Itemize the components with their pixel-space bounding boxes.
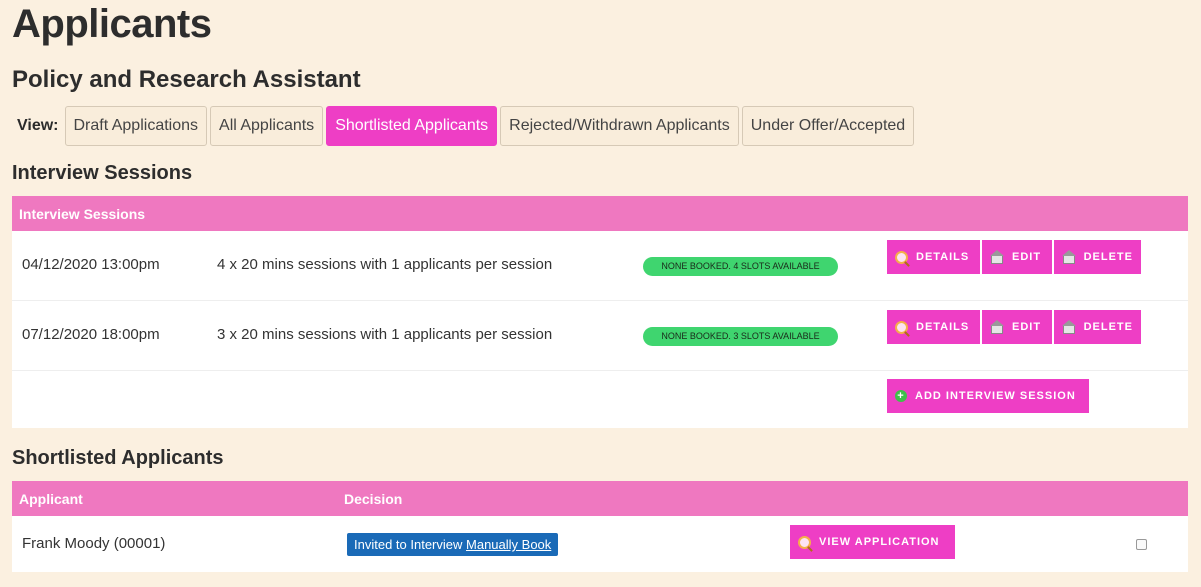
header-interview-sessions: Interview Sessions <box>19 205 146 222</box>
table-row: Frank Moody (00001) Invited to Interview… <box>12 516 1188 572</box>
interview-sessions-heading: Interview Sessions <box>12 162 193 184</box>
session-row: 07/12/2020 18:00pm 3 x 20 mins sessions … <box>12 301 1188 371</box>
interview-sessions-table: Interview Sessions 04/12/2020 13:00pm 4 … <box>12 196 1188 428</box>
interview-sessions-table-header: Interview Sessions <box>12 196 1188 231</box>
session-row: 04/12/2020 13:00pm 4 x 20 mins sessions … <box>12 231 1188 301</box>
details-button[interactable]: DETAILS <box>887 240 980 274</box>
house-icon <box>1062 320 1076 334</box>
tab-shortlisted-applicants[interactable]: Shortlisted Applicants <box>326 106 498 146</box>
decision-text: Invited to Interview <box>354 537 463 552</box>
tab-under-offer-accepted[interactable]: Under Offer/Accepted <box>741 106 915 146</box>
edit-label: EDIT <box>1012 321 1042 333</box>
session-description: 3 x 20 mins sessions with 1 applicants p… <box>217 326 553 343</box>
add-session-label: ADD INTERVIEW SESSION <box>915 390 1076 402</box>
delete-label: DELETE <box>1083 251 1133 263</box>
details-label: DETAILS <box>916 321 970 333</box>
edit-button[interactable]: EDIT <box>982 240 1052 274</box>
house-icon <box>990 320 1004 334</box>
delete-label: DELETE <box>1083 321 1133 333</box>
view-label: View: <box>17 117 59 134</box>
session-status-badge: NONE BOOKED. 3 SLOTS AVAILABLE <box>643 327 838 346</box>
house-icon <box>1062 250 1076 264</box>
house-icon <box>990 250 1004 264</box>
details-button[interactable]: DETAILS <box>887 310 980 344</box>
shortlisted-applicants-table: Applicant Decision Frank Moody (00001) I… <box>12 481 1188 572</box>
details-label: DETAILS <box>916 251 970 263</box>
tab-all-applicants[interactable]: All Applicants <box>210 106 324 146</box>
page-title: Applicants <box>12 2 212 46</box>
magnifier-icon <box>895 250 908 264</box>
edit-label: EDIT <box>1012 251 1042 263</box>
add-session-row: + ADD INTERVIEW SESSION <box>12 371 1188 428</box>
delete-button[interactable]: DELETE <box>1054 310 1141 344</box>
job-title: Policy and Research Assistant <box>12 66 361 93</box>
select-checkbox[interactable] <box>1136 539 1147 550</box>
shortlisted-table-header: Applicant Decision <box>12 481 1188 516</box>
tab-draft-applications[interactable]: Draft Applications <box>64 106 208 146</box>
plus-icon: + <box>895 390 907 402</box>
applicant-name: Frank Moody (00001) <box>22 535 166 552</box>
view-application-label: VIEW APPLICATION <box>819 536 940 548</box>
session-datetime: 07/12/2020 18:00pm <box>22 326 160 343</box>
decision-badge: Invited to Interview Manually Book <box>347 533 559 556</box>
header-applicant: Applicant <box>19 490 83 507</box>
edit-button[interactable]: EDIT <box>982 310 1052 344</box>
manually-book-link[interactable]: Manually Book <box>466 537 551 552</box>
view-filter: View: Draft Applications All Applicants … <box>17 105 915 147</box>
shortlisted-applicants-heading: Shortlisted Applicants <box>12 447 224 469</box>
session-description: 4 x 20 mins sessions with 1 applicants p… <box>217 256 553 273</box>
magnifier-icon <box>798 535 811 549</box>
add-interview-session-button[interactable]: + ADD INTERVIEW SESSION <box>887 379 1089 413</box>
magnifier-icon <box>895 320 908 334</box>
delete-button[interactable]: DELETE <box>1054 240 1141 274</box>
header-decision: Decision <box>344 490 403 507</box>
session-status-badge: NONE BOOKED. 4 SLOTS AVAILABLE <box>643 257 838 276</box>
view-application-button[interactable]: VIEW APPLICATION <box>790 525 955 559</box>
tab-rejected-withdrawn[interactable]: Rejected/Withdrawn Applicants <box>500 106 739 146</box>
session-datetime: 04/12/2020 13:00pm <box>22 256 160 273</box>
